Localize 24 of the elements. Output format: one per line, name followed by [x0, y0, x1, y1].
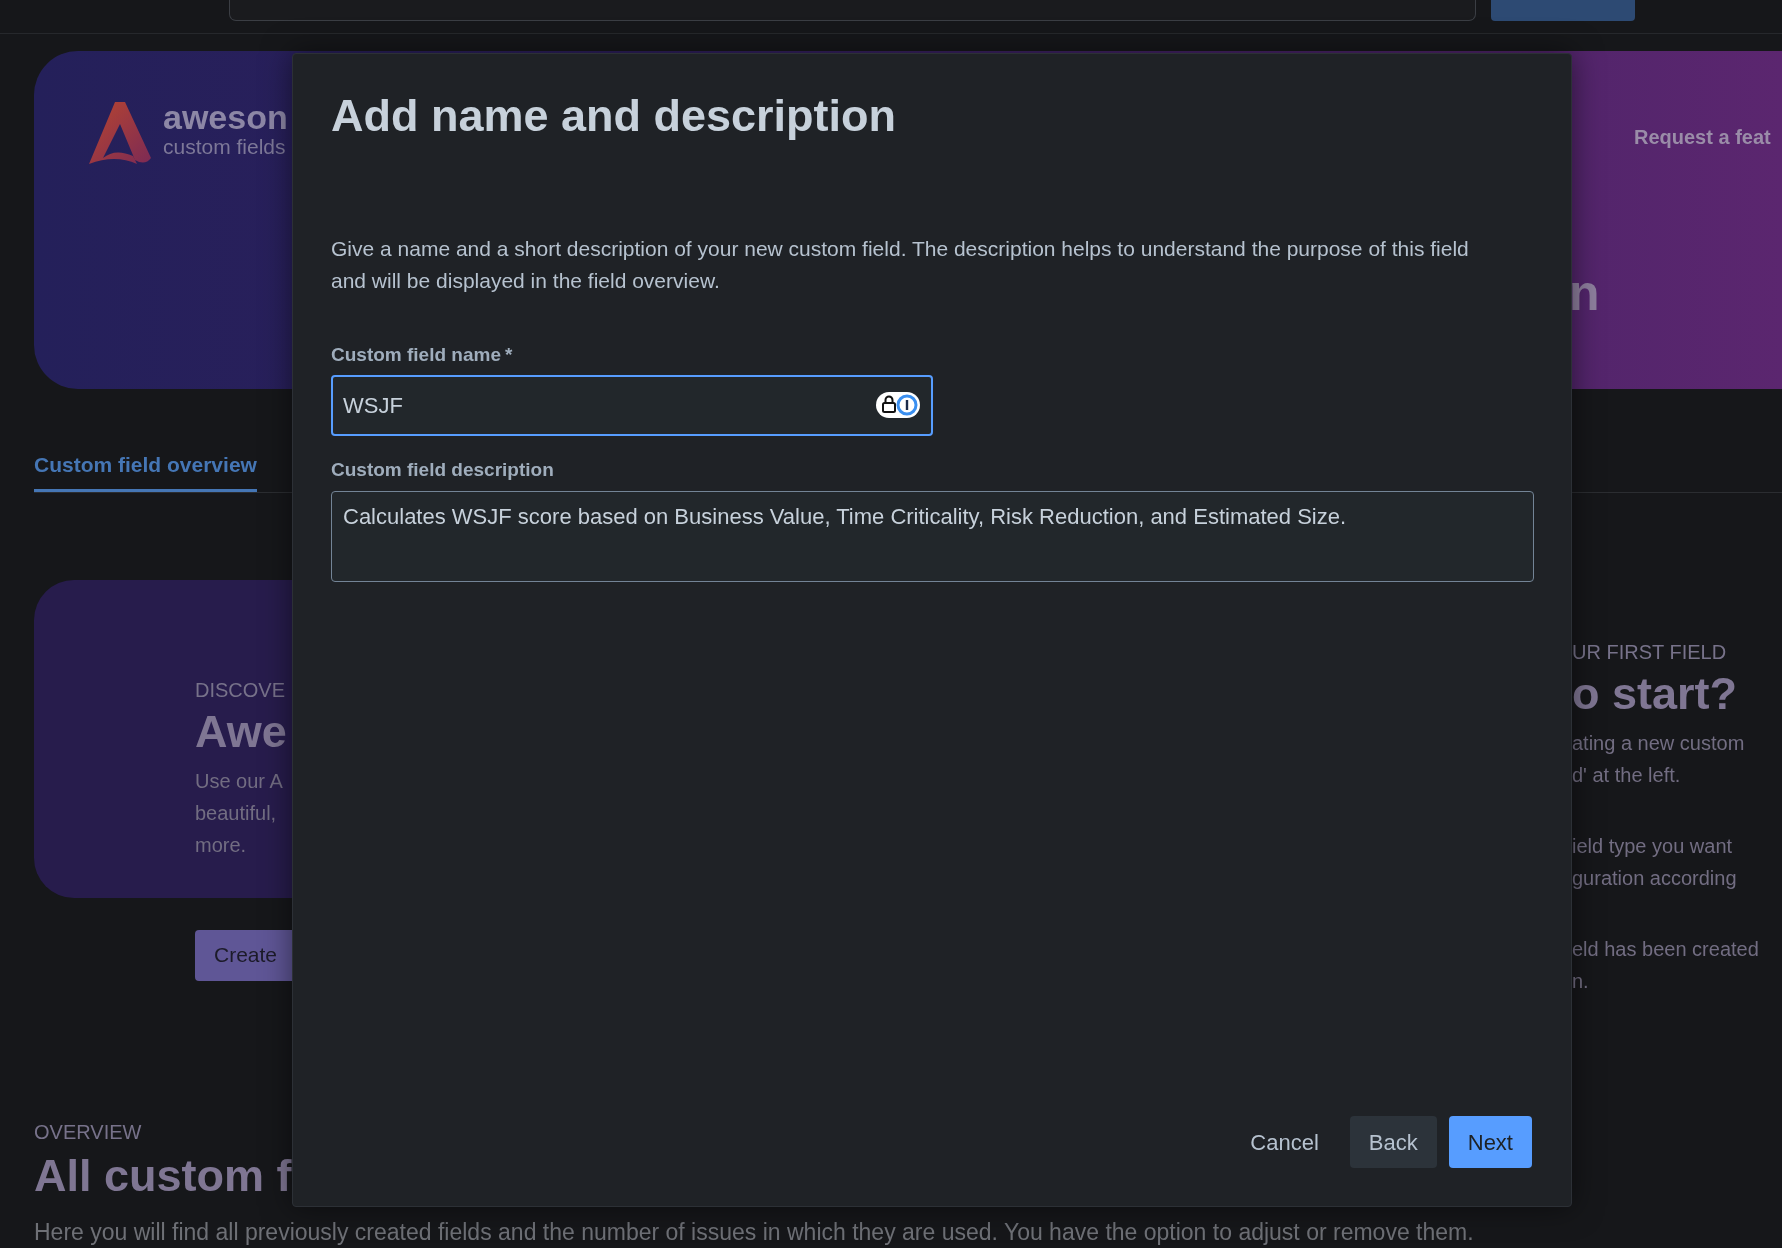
card-heading: Awe — [195, 705, 287, 758]
tab[interactable]: Custom field overview — [34, 449, 257, 492]
logo-text: aweson — [163, 100, 288, 134]
step-text: ield type you want guration according — [1572, 834, 1737, 892]
field-label: Custom field name * — [331, 342, 514, 367]
step-text: ating a new custom d' at the left. — [1572, 731, 1745, 789]
text-area[interactable]: Calculates WSJF score based on Business Value, Time Criticality, Risk Reduction, and Estimated Size. — [331, 490, 1534, 582]
section-heading: All custom f — [34, 1149, 292, 1202]
banner-heading: n — [1568, 268, 1601, 318]
card-text: Use our A beautiful, more. — [195, 769, 283, 859]
dialog-button[interactable]: Back — [1349, 1116, 1437, 1168]
logo-subtitle: custom fields — [163, 136, 287, 157]
field-label: Custom field description — [331, 458, 555, 483]
section-heading: o start? — [1572, 667, 1737, 720]
card-eyebrow: DISCOVE — [195, 677, 286, 702]
dialog-button[interactable]: Cancel — [1231, 1116, 1338, 1168]
section-description: Here you will find all previously created fields and the number of issues in which they are used. You have the option to adjust or remove them. — [34, 1218, 1474, 1248]
section-eyebrow: UR FIRST FIELD — [1572, 639, 1727, 664]
section-eyebrow: OVERVIEW — [34, 1119, 142, 1144]
dialog-button[interactable]: Next — [1448, 1116, 1532, 1168]
modal-description: Give a name and a short description of your new custom field. The description helps to understand the purpose of this field and will be displayed in the field overview. — [331, 235, 1470, 294]
step-text: eld has been created n. — [1572, 937, 1759, 995]
text-input[interactable]: WSJF — [331, 375, 933, 437]
modal-title: Add name and description — [331, 90, 898, 142]
